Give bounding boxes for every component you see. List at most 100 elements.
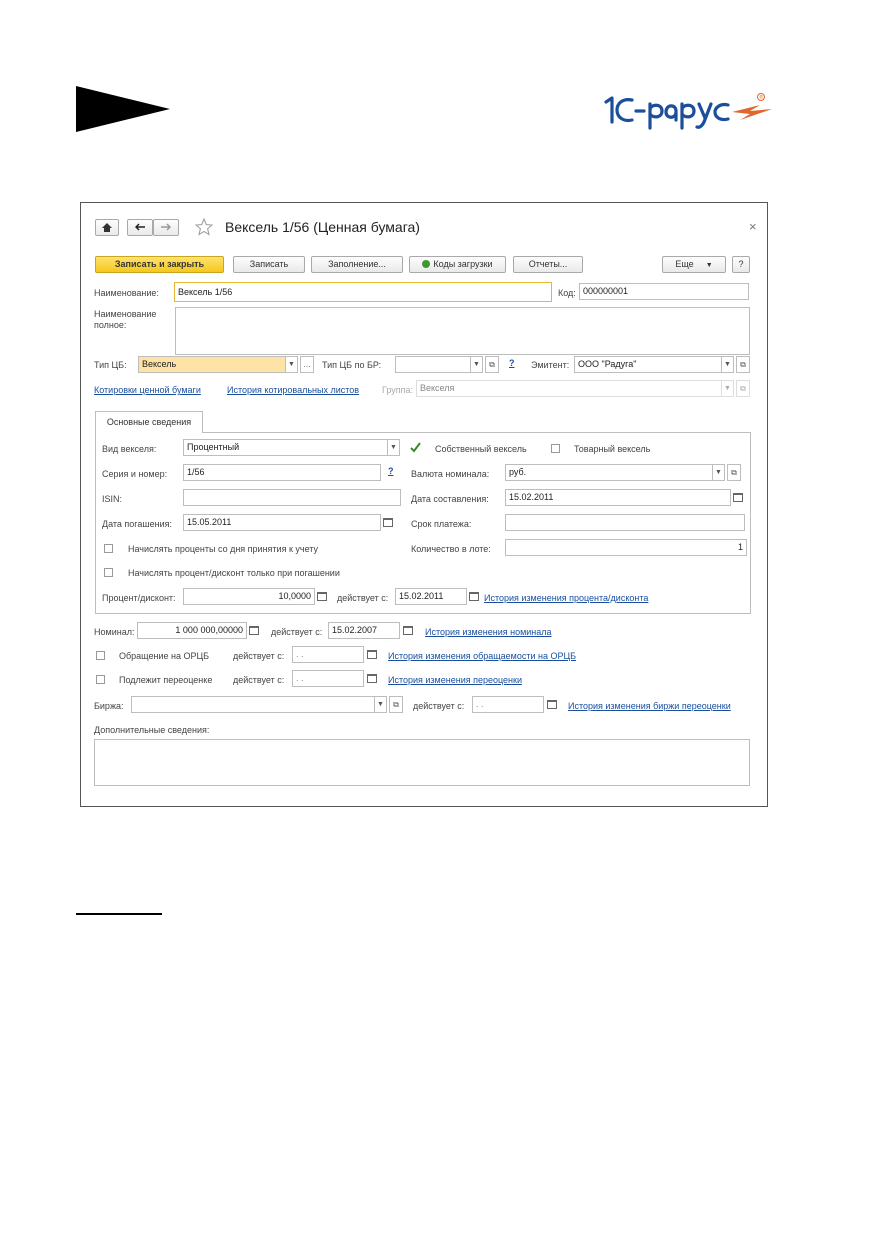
currency-field[interactable]: руб. [505, 464, 713, 481]
percent-field[interactable]: 10,0000 [183, 588, 315, 605]
calculator-icon[interactable] [315, 588, 329, 605]
calendar-icon[interactable] [365, 646, 379, 663]
extra-info-field[interactable] [94, 739, 750, 786]
percent-history-link[interactable]: История изменения процента/дисконта [484, 592, 648, 604]
own-bill-label: Собственный вексель [435, 444, 527, 454]
isin-field[interactable] [183, 489, 401, 506]
name-field[interactable]: Вексель 1/56 [174, 282, 552, 302]
series-label: Серия и номер: [102, 469, 168, 479]
nominal-field[interactable]: 1 000 000,00000 [137, 622, 247, 639]
exchange-open-icon[interactable]: ⧉ [389, 696, 403, 713]
fill-button[interactable]: Заполнение... [311, 256, 403, 273]
lot-quantity-field[interactable]: 1 [505, 539, 747, 556]
orcb-from-field[interactable]: . . [292, 646, 364, 663]
footer-rule [76, 913, 162, 915]
close-icon[interactable]: × [749, 219, 757, 234]
security-type-br-help-link[interactable]: ? [509, 358, 515, 368]
home-icon [102, 223, 112, 232]
orcb-from-label: действует с: [233, 651, 285, 661]
quote-sheets-history-link[interactable]: История котировальных листов [227, 384, 359, 396]
payment-term-field[interactable] [505, 514, 745, 531]
series-field[interactable]: 1/56 [183, 464, 381, 481]
tab-main-info[interactable]: Основные сведения [95, 411, 203, 433]
issuer-field[interactable]: ООО "Радуга" [574, 356, 722, 373]
accrue-on-maturity-checkbox[interactable] [104, 568, 113, 577]
revaluation-from-field[interactable]: . . [292, 670, 364, 687]
currency-dropdown-icon[interactable]: ▼ [713, 464, 725, 481]
currency-open-icon[interactable]: ⧉ [727, 464, 741, 481]
maturity-date-label: Дата погашения: [102, 519, 172, 529]
help-button[interactable]: ? [732, 256, 750, 273]
revaluation-label: Подлежит переоценке [119, 675, 213, 685]
security-type-br-dropdown-icon[interactable]: ▼ [471, 356, 483, 373]
window-title: Вексель 1/56 (Ценная бумага) [225, 219, 420, 235]
calculator-icon[interactable] [247, 622, 261, 639]
percent-from-field[interactable]: 15.02.2011 [395, 588, 467, 605]
security-type-select-button[interactable]: … [300, 356, 314, 373]
save-button[interactable]: Записать [233, 256, 305, 273]
save-and-close-button[interactable]: Записать и закрыть [95, 256, 224, 273]
svg-text:®: ® [760, 94, 764, 101]
orcb-label: Обращение на ОРЦБ [119, 651, 210, 661]
group-open-icon[interactable]: ⧉ [736, 380, 750, 397]
percent-from-label: действует с: [337, 593, 389, 603]
percent-label: Процент/дисконт: [102, 593, 176, 603]
exchange-from-label: действует с: [413, 701, 465, 711]
issuer-dropdown-icon[interactable]: ▼ [722, 356, 734, 373]
exchange-label: Биржа: [94, 701, 124, 711]
accrue-from-acceptance-checkbox[interactable] [104, 544, 113, 553]
forward-button[interactable] [153, 219, 179, 236]
orcb-checkbox[interactable] [96, 651, 105, 660]
issue-date-field[interactable]: 15.02.2011 [505, 489, 731, 506]
load-codes-button[interactable]: Коды загрузки [409, 256, 506, 273]
nominal-from-field[interactable]: 15.02.2007 [328, 622, 400, 639]
orcb-history-link[interactable]: История изменения обращаемости на ОРЦБ [388, 650, 576, 662]
home-button[interactable] [95, 219, 119, 236]
commodity-bill-checkbox[interactable] [551, 444, 560, 453]
full-name-label-line2: полное: [94, 320, 127, 330]
exchange-from-field[interactable]: . . [472, 696, 544, 713]
quotes-link[interactable]: Котировки ценной бумаги [94, 384, 201, 396]
exchange-history-link[interactable]: История изменения биржи переоценки [568, 700, 731, 712]
security-type-field[interactable]: Вексель [138, 356, 286, 373]
security-type-br-field[interactable] [395, 356, 471, 373]
maturity-date-field[interactable]: 15.05.2011 [183, 514, 381, 531]
currency-label: Валюта номинала: [411, 469, 490, 479]
nominal-history-link[interactable]: История изменения номинала [425, 626, 552, 638]
star-favorite-icon[interactable] [195, 218, 213, 236]
more-button[interactable]: Еще ▼ [662, 256, 726, 273]
revaluation-from-label: действует с: [233, 675, 285, 685]
revaluation-history-link[interactable]: История изменения переоценки [388, 674, 522, 686]
back-button[interactable] [127, 219, 153, 236]
security-type-br-open-icon[interactable]: ⧉ [485, 356, 499, 373]
code-field[interactable]: 000000001 [579, 283, 749, 300]
issuer-open-icon[interactable]: ⧉ [736, 356, 750, 373]
exchange-field[interactable] [131, 696, 375, 713]
reports-button[interactable]: Отчеты... [513, 256, 583, 273]
bill-type-field[interactable]: Процентный [183, 439, 388, 456]
company-logo: ® [600, 88, 780, 132]
calendar-icon[interactable] [467, 588, 481, 605]
group-label: Группа: [382, 385, 414, 395]
full-name-field[interactable] [175, 307, 750, 355]
exchange-dropdown-icon[interactable]: ▼ [375, 696, 387, 713]
calendar-icon[interactable] [381, 514, 395, 531]
group-dropdown-icon[interactable]: ▼ [722, 380, 734, 397]
security-type-br-label: Тип ЦБ по БР: [322, 360, 382, 370]
chevron-down-icon: ▼ [705, 262, 713, 269]
revaluation-checkbox[interactable] [96, 675, 105, 684]
calendar-icon[interactable] [401, 622, 415, 639]
calendar-icon[interactable] [545, 696, 559, 713]
group-field[interactable]: Векселя [416, 380, 722, 397]
accrue-on-maturity-label: Начислять процент/дисконт только при пог… [128, 568, 340, 578]
own-bill-checkbox[interactable] [410, 442, 421, 453]
series-help-link[interactable]: ? [388, 466, 394, 476]
arrow-right-icon [161, 223, 172, 231]
form-window: Вексель 1/56 (Ценная бумага) × Записать … [80, 202, 768, 807]
security-type-label: Тип ЦБ: [94, 360, 127, 370]
security-type-dropdown-icon[interactable]: ▼ [286, 356, 298, 373]
calendar-icon[interactable] [365, 670, 379, 687]
bill-type-dropdown-icon[interactable]: ▼ [388, 439, 400, 456]
extra-info-label: Дополнительные сведения: [94, 725, 210, 735]
calendar-icon[interactable] [731, 489, 745, 506]
